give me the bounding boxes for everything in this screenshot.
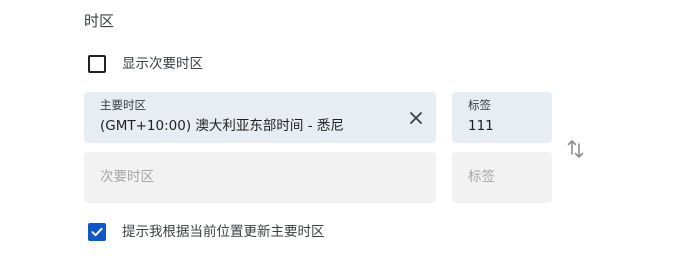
secondary-tag-field[interactable]: 标签: [452, 152, 552, 203]
secondary-timezone-placeholder: 次要时区: [100, 169, 154, 185]
swap-timezones-button[interactable]: [566, 138, 586, 160]
clear-primary-timezone-button[interactable]: [406, 108, 426, 128]
secondary-tag-placeholder: 标签: [468, 169, 495, 185]
close-icon: [410, 112, 422, 124]
check-icon: [91, 227, 103, 237]
swap-vertical-icon: [567, 140, 584, 158]
primary-timezone-field[interactable]: 主要时区 (GMT+10:00) 澳大利亚东部时间 - 悉尼: [84, 92, 436, 143]
auto-update-timezone-checkbox[interactable]: [88, 223, 106, 241]
auto-update-timezone-label[interactable]: 提示我根据当前位置更新主要时区: [122, 223, 325, 241]
show-secondary-timezone-label[interactable]: 显示次要时区: [122, 55, 203, 73]
primary-tag-field[interactable]: 标签 111: [452, 92, 552, 143]
primary-timezone-value: (GMT+10:00) 澳大利亚东部时间 - 悉尼: [100, 118, 344, 134]
primary-timezone-label: 主要时区: [100, 98, 146, 112]
primary-tag-value: 111: [468, 118, 494, 134]
show-secondary-timezone-checkbox[interactable]: [88, 55, 106, 73]
primary-tag-label: 标签: [468, 98, 491, 112]
section-title: 时区: [84, 12, 115, 30]
secondary-timezone-field[interactable]: 次要时区: [84, 152, 436, 203]
timezone-settings-panel: 时区 显示次要时区 主要时区 (GMT+10:00) 澳大利亚东部时间 - 悉尼…: [0, 0, 677, 261]
